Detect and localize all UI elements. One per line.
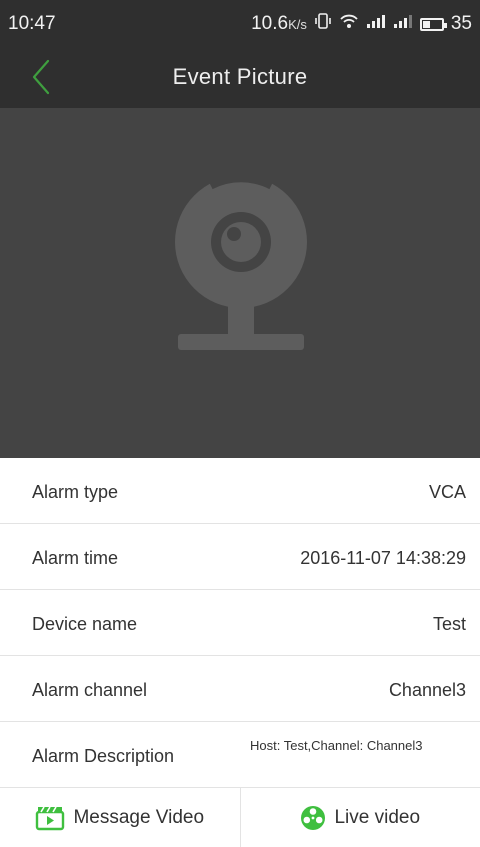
webcam-icon xyxy=(175,175,307,350)
alarm-description-value: Host: Test,Channel: Channel3 xyxy=(250,738,423,753)
clapperboard-icon xyxy=(36,806,65,830)
alarm-time-label: Alarm time xyxy=(32,548,119,568)
alarm-type-value: VCA xyxy=(428,482,466,502)
status-icons: 10.6K/s 35 xyxy=(251,13,472,35)
alarm-time-value: 2016-11-07 14:38:29 xyxy=(300,548,466,568)
battery-icon xyxy=(419,17,447,31)
device-name-value: Test xyxy=(432,614,466,634)
signal-icon-2 xyxy=(393,13,413,35)
info-row-device-name: Device name Test xyxy=(0,590,480,656)
event-picture[interactable] xyxy=(0,108,480,458)
info-row-alarm-description: Alarm Description Host: Test,Channel: Ch… xyxy=(0,722,480,788)
status-bar: 10:47 10.6K/s 35 xyxy=(0,0,480,46)
message-video-button[interactable]: Message Video xyxy=(0,788,240,847)
network-speed-unit: K/s xyxy=(288,17,307,32)
live-video-button[interactable]: Live video xyxy=(239,788,480,847)
alarm-info-list: Alarm type VCA Alarm time 2016-11-07 14:… xyxy=(0,458,480,788)
message-video-label: Message Video xyxy=(73,806,205,828)
app-bar: Event Picture xyxy=(0,46,480,108)
signal-icon xyxy=(366,13,386,35)
alarm-channel-label: Alarm channel xyxy=(32,680,148,700)
live-video-label: Live video xyxy=(334,806,421,828)
info-row-alarm-channel: Alarm channel Channel3 xyxy=(0,656,480,722)
page-title: Event Picture xyxy=(172,64,308,89)
screen: 10:47 10.6K/s 35 Event Picture Alarm typ… xyxy=(0,0,480,847)
battery-level: 35 xyxy=(450,13,472,34)
alarm-channel-value: Channel3 xyxy=(388,680,466,700)
film-reel-icon xyxy=(301,805,326,830)
bottom-action-bar: Message Video Live video xyxy=(0,788,480,847)
info-row-alarm-type: Alarm type VCA xyxy=(0,458,480,524)
wifi-icon xyxy=(339,13,359,35)
alarm-type-label: Alarm type xyxy=(32,482,119,502)
device-name-label: Device name xyxy=(32,614,138,634)
network-speed-value: 10.6 xyxy=(251,13,289,34)
status-time: 10:47 xyxy=(8,13,56,34)
info-row-alarm-time: Alarm time 2016-11-07 14:38:29 xyxy=(0,524,480,590)
vibrate-icon xyxy=(314,13,332,35)
network-speed: 10.6K/s xyxy=(251,13,307,35)
alarm-description-label: Alarm Description xyxy=(32,746,175,766)
